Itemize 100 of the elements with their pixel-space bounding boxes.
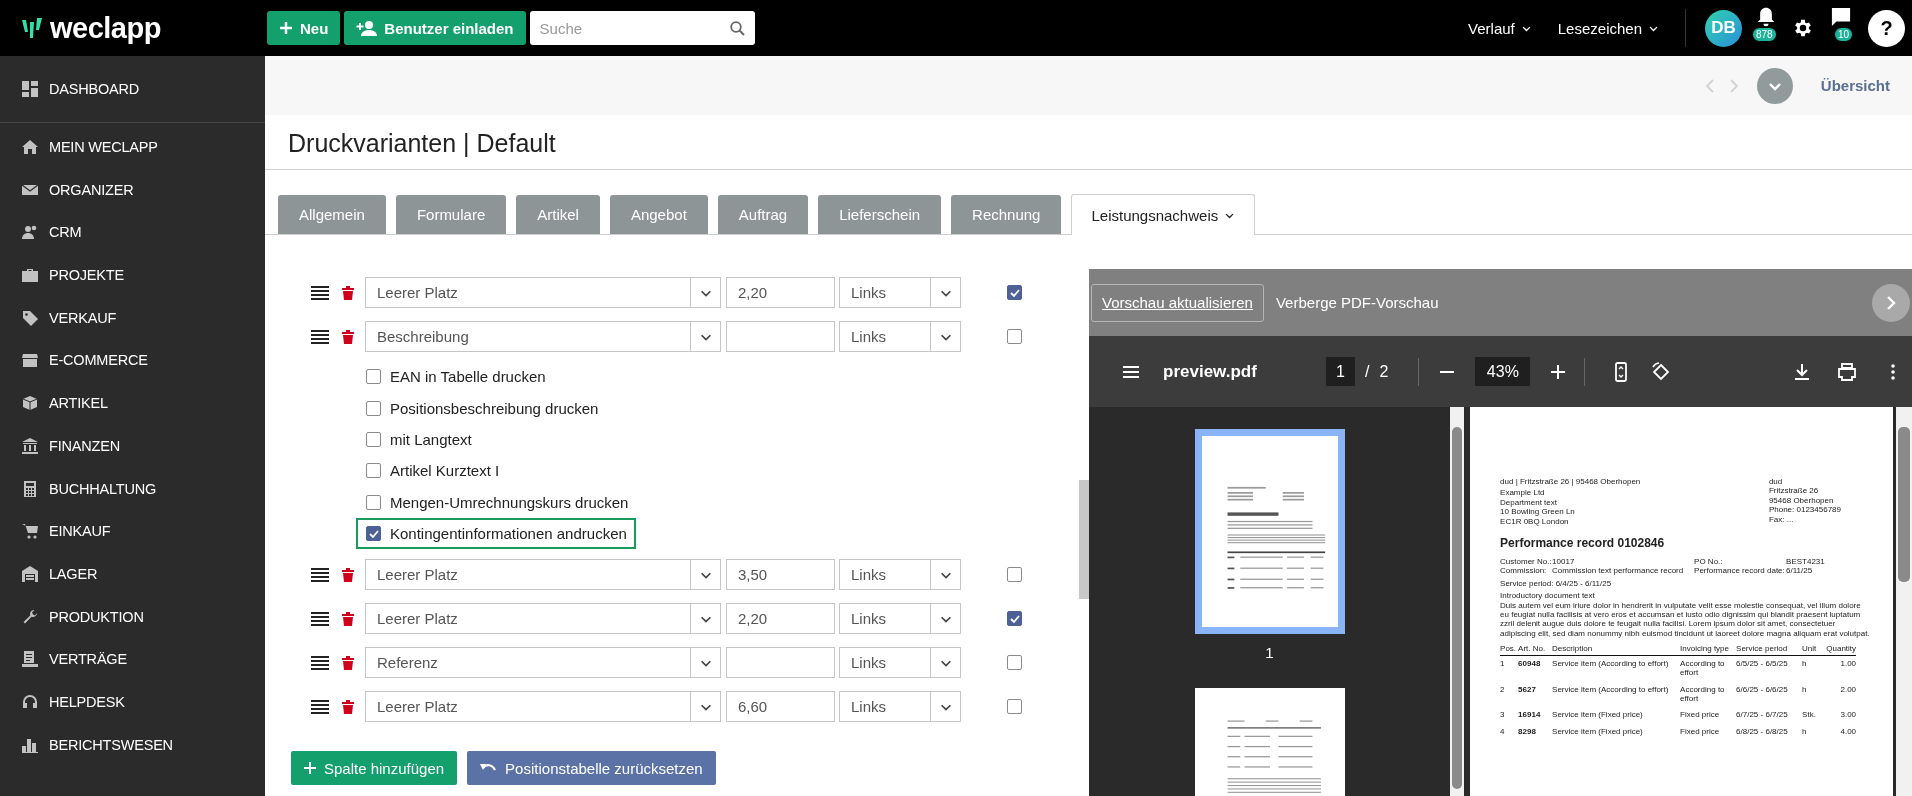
checkbox[interactable] <box>366 526 381 542</box>
trash-icon[interactable] <box>342 699 354 714</box>
alignment-dropdown[interactable]: Links <box>839 559 961 591</box>
address-line: Example Ltd <box>1500 488 1546 498</box>
page-number-field[interactable]: 1 <box>1326 357 1355 386</box>
trash-icon[interactable] <box>342 567 354 582</box>
column-dropdown[interactable]: Referenz <box>365 647 721 679</box>
drag-handle-icon[interactable] <box>311 285 329 300</box>
checkbox[interactable] <box>1007 329 1022 344</box>
printer-icon[interactable] <box>1837 361 1858 382</box>
checkbox[interactable] <box>366 431 381 447</box>
calculator-icon <box>22 480 38 497</box>
alignment-dropdown[interactable]: Links <box>839 603 961 635</box>
menu-dropdown[interactable]: Verlauf <box>1468 19 1532 37</box>
settings-icon[interactable] <box>1792 17 1814 39</box>
alignment-dropdown[interactable]: Links <box>839 691 961 723</box>
checkbox[interactable] <box>1007 699 1022 715</box>
checkbox[interactable] <box>366 494 381 510</box>
sidebar-item[interactable]: VERTRÄGE <box>0 637 265 681</box>
width-field[interactable]: 3,50 <box>726 559 835 591</box>
column-dropdown[interactable]: Leerer Platz <box>365 691 721 723</box>
sidebar-item[interactable]: HELPDESK <box>0 680 265 724</box>
sidebar-item[interactable]: EINKAUF <box>0 509 265 553</box>
address-line: 10 Bowling Green Ln <box>1500 507 1576 517</box>
warehouse-icon <box>22 565 38 582</box>
drag-handle-icon[interactable] <box>311 655 329 670</box>
checkbox[interactable] <box>366 400 381 416</box>
checkbox[interactable] <box>1007 567 1022 583</box>
trash-icon[interactable] <box>342 655 354 670</box>
alignment-dropdown[interactable]: Links <box>839 277 961 308</box>
sidebar-item[interactable]: BERICHTSWESEN <box>0 723 265 766</box>
sidebar-item[interactable]: PROJEKTE <box>0 253 265 297</box>
checkbox[interactable] <box>366 369 381 385</box>
table-cell-text: 6/5/25 - 6/5/25 <box>1736 658 1789 670</box>
zoom-field[interactable]: 43% <box>1475 357 1531 386</box>
hide-preview-link[interactable]: Verberge PDF-Vorschau <box>1275 294 1439 311</box>
add-user-icon <box>356 20 378 36</box>
trash-icon[interactable] <box>342 329 354 344</box>
refresh-preview-button[interactable]: Vorschau aktualisieren <box>1091 283 1264 322</box>
help-button[interactable]: ? <box>1868 9 1905 47</box>
meta-value: 10017 <box>1552 557 1576 567</box>
table-cell-text: 6/6/25 - 6/6/25 <box>1736 684 1789 696</box>
drag-handle-icon[interactable] <box>311 567 329 582</box>
sidebar-item[interactable]: CRM <box>0 211 265 254</box>
bell-icon[interactable] <box>1756 7 1776 27</box>
sidebar-item[interactable]: FINANZEN <box>0 424 265 468</box>
drag-handle-icon[interactable] <box>311 611 329 626</box>
page-thumbnail[interactable] <box>1194 429 1345 634</box>
sender-line: dud | Fritzstraße 26 | 95468 Oberhopen <box>1500 477 1641 487</box>
width-field[interactable]: 6,60 <box>726 691 835 723</box>
drag-handle-icon[interactable] <box>311 329 329 344</box>
column-header: Pos. <box>1500 644 1519 656</box>
reset-button[interactable]: Positionstabelle zurücksetzen <box>467 751 716 786</box>
sidebar-item[interactable]: DASHBOARD <box>0 68 265 111</box>
meta-value: BEST4231 <box>1786 557 1826 567</box>
menu-dropdown[interactable]: Lesezeichen <box>1557 19 1659 37</box>
sidebar-item[interactable]: VERKAUF <box>0 296 265 340</box>
sidebar-item[interactable]: BUCHHALTUNG <box>0 467 265 510</box>
table-cell-text: Service item (Fixed price) <box>1552 710 1644 721</box>
file-name: preview.pdf <box>1163 361 1258 382</box>
address-line: Fritzstraße 26 <box>1768 486 1820 496</box>
wrench-icon <box>22 608 38 625</box>
table-cell-text: Service item (Fixed price) <box>1552 726 1644 738</box>
sidebar-item[interactable]: MEIN WECLAPP <box>0 125 265 169</box>
alignment-dropdown[interactable]: Links <box>839 647 961 679</box>
sidebar-item[interactable]: ARTIKEL <box>0 381 265 425</box>
checkbox[interactable] <box>1007 285 1022 300</box>
tab[interactable]: Leistungsnachweis <box>1071 194 1256 235</box>
column-dropdown[interactable]: Leerer Platz <box>365 559 721 591</box>
column-dropdown[interactable]: Leerer Platz <box>365 603 721 635</box>
chat-icon[interactable] <box>1830 7 1852 27</box>
column-dropdown[interactable]: Leerer Platz <box>365 277 721 308</box>
overview-link[interactable]: Übersicht <box>1820 77 1890 94</box>
sidebar-item[interactable]: LAGER <box>0 552 265 596</box>
table-cell-text: 2 <box>1500 684 1506 696</box>
bar-chart-icon <box>22 736 38 753</box>
drag-handle-icon[interactable] <box>311 699 329 714</box>
trash-icon[interactable] <box>342 285 354 300</box>
expand-button[interactable] <box>1756 67 1793 104</box>
meta-label: PO No.: <box>1694 557 1724 567</box>
checkbox[interactable] <box>366 463 381 479</box>
plus-icon <box>304 762 316 775</box>
collapse-button[interactable] <box>1872 283 1910 322</box>
column-header: Description <box>1552 644 1681 656</box>
width-field[interactable]: 2,20 <box>726 277 835 308</box>
sidebar-item[interactable]: PRODUKTION <box>0 595 265 638</box>
sidebar-item[interactable]: E-COMMERCE <box>0 339 265 382</box>
column-dropdown[interactable]: Beschreibung <box>365 321 721 352</box>
checkbox[interactable] <box>1007 655 1022 671</box>
sidebar-item[interactable]: ORGANIZER <box>0 168 265 212</box>
checkbox[interactable] <box>1007 611 1022 627</box>
document-title: Performance record 0102846 <box>1500 536 1666 551</box>
notification-count: 878 <box>1752 27 1777 42</box>
rotate-icon[interactable] <box>1651 361 1672 382</box>
trash-icon[interactable] <box>342 611 354 626</box>
width-field[interactable] <box>726 647 835 679</box>
alignment-dropdown[interactable]: Links <box>839 321 961 352</box>
width-field[interactable] <box>726 321 835 352</box>
column-header: Art. No. <box>1518 644 1553 656</box>
width-field[interactable]: 2,20 <box>726 603 835 635</box>
